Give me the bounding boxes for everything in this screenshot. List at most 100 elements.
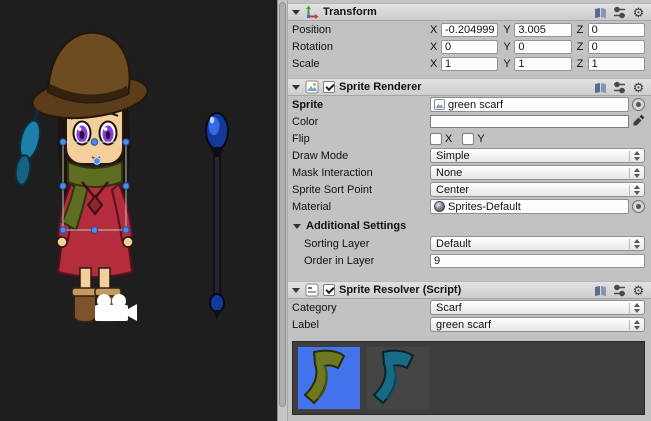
sprite-sort-point-dropdown[interactable]: Center: [430, 182, 645, 197]
material-object-field[interactable]: Sprites-Default: [430, 199, 629, 214]
category-dropdown[interactable]: Scarf: [430, 300, 645, 315]
unity-editor-window: Transform ⚙ Position X Y Z: [0, 0, 651, 421]
component-enabled-checkbox[interactable]: [323, 284, 335, 296]
axis-x-label: X: [430, 58, 441, 70]
scale-y-field[interactable]: [514, 57, 571, 71]
transform-icon: [304, 5, 319, 19]
axis-y-label: Y: [503, 41, 514, 53]
hat: [30, 33, 150, 124]
rotation-x-field[interactable]: [441, 40, 498, 54]
scale-x-field[interactable]: [441, 57, 498, 71]
sprite-sort-point-label: Sprite Sort Point: [292, 184, 430, 196]
scale-z-field[interactable]: [588, 57, 645, 71]
blue-scarf-thumb-icon: [367, 347, 429, 409]
presets-icon[interactable]: [612, 5, 627, 19]
eyedropper-icon[interactable]: [633, 114, 645, 129]
object-picker-icon[interactable]: [632, 98, 645, 111]
presets-icon[interactable]: [612, 283, 627, 297]
transform-header[interactable]: Transform ⚙: [288, 3, 651, 21]
draw-mode-label: Draw Mode: [292, 150, 430, 162]
axis-x-label: X: [430, 24, 441, 36]
gear-icon[interactable]: ⚙: [631, 80, 646, 94]
mask-interaction-label: Mask Interaction: [292, 167, 430, 179]
mask-interaction-dropdown[interactable]: None: [430, 165, 645, 180]
label-row: Label green scarf: [288, 316, 651, 333]
dropdown-arrows-icon: [629, 303, 643, 313]
scarf: [68, 162, 122, 187]
rotation-y-field[interactable]: [514, 40, 571, 54]
gear-icon[interactable]: ⚙: [631, 5, 646, 19]
help-book-icon[interactable]: [593, 5, 608, 19]
draw-mode-row: Draw Mode Simple: [288, 147, 651, 164]
flip-y-checkbox[interactable]: [462, 133, 474, 145]
color-label: Color: [292, 116, 430, 128]
category-row: Category Scarf: [288, 299, 651, 316]
sprite-resolver-icon: [304, 283, 319, 297]
inspector-scrollbar[interactable]: [277, 0, 288, 421]
rotation-z-field[interactable]: [588, 40, 645, 54]
order-in-layer-row: Order in Layer: [288, 252, 651, 269]
order-in-layer-field[interactable]: [430, 254, 645, 268]
sorting-layer-row: Sorting Layer Default: [288, 235, 651, 252]
scrollbar-thumb[interactable]: [279, 2, 286, 407]
sprite-sort-point-row: Sprite Sort Point Center: [288, 181, 651, 198]
flip-x-checkbox[interactable]: [430, 133, 442, 145]
position-z-field[interactable]: [588, 23, 645, 37]
scale-label: Scale: [292, 58, 430, 70]
material-label: Material: [292, 201, 430, 213]
sprite-renderer-header[interactable]: Sprite Renderer ⚙: [288, 78, 651, 96]
sprite-resolver-header[interactable]: Sprite Resolver (Script) ⚙: [288, 281, 651, 299]
object-picker-icon[interactable]: [632, 200, 645, 213]
material-row: Material Sprites-Default: [288, 198, 651, 215]
sprite-label: Sprite: [292, 99, 430, 111]
color-swatch[interactable]: [430, 115, 629, 128]
position-y-field[interactable]: [514, 23, 571, 37]
order-in-layer-label: Order in Layer: [292, 255, 430, 267]
material-object-name: Sprites-Default: [448, 201, 625, 213]
flip-x-label: X: [445, 133, 452, 145]
position-label: Position: [292, 24, 430, 36]
foldout-arrow-icon[interactable]: [292, 85, 300, 90]
foldout-arrow-icon[interactable]: [293, 224, 301, 229]
sprite-thumbnail-blue-scarf[interactable]: [367, 347, 429, 409]
dropdown-arrows-icon: [629, 151, 643, 161]
dropdown-arrows-icon: [629, 239, 643, 249]
rotation-label: Rotation: [292, 41, 430, 53]
axis-z-label: Z: [577, 41, 588, 53]
label-dropdown[interactable]: green scarf: [430, 317, 645, 332]
label-label: Label: [292, 319, 430, 331]
mask-interaction-row: Mask Interaction None: [288, 164, 651, 181]
foldout-arrow-icon[interactable]: [292, 10, 300, 15]
color-row: Color: [288, 113, 651, 130]
help-book-icon[interactable]: [593, 80, 608, 94]
axis-z-label: Z: [577, 58, 588, 70]
component-title: Sprite Resolver (Script): [339, 284, 461, 296]
transform-position-row: Position X Y Z: [288, 21, 651, 38]
position-x-field[interactable]: [441, 23, 498, 37]
sprite-row: Sprite green scarf: [288, 96, 651, 113]
component-title: Sprite Renderer: [339, 81, 422, 93]
feather: [14, 110, 44, 186]
axis-y-label: Y: [503, 58, 514, 70]
staff-sprite[interactable]: [206, 113, 228, 320]
scene-view[interactable]: [0, 0, 277, 421]
flip-label: Flip: [292, 133, 430, 145]
sprite-thumbnail-green-scarf[interactable]: [298, 347, 360, 409]
component-title: Transform: [323, 6, 377, 18]
sprite-renderer-icon: [304, 80, 319, 94]
sprite-object-field[interactable]: green scarf: [430, 97, 629, 112]
additional-settings-foldout[interactable]: Additional Settings: [288, 217, 651, 235]
sprite-asset-icon: [434, 99, 445, 110]
presets-icon[interactable]: [612, 80, 627, 94]
pivot-handle[interactable]: [94, 158, 101, 165]
gear-icon[interactable]: ⚙: [631, 283, 646, 297]
foldout-arrow-icon[interactable]: [292, 288, 300, 293]
component-enabled-checkbox[interactable]: [323, 81, 335, 93]
character-sprite[interactable]: [14, 33, 150, 322]
sorting-layer-label: Sorting Layer: [292, 238, 430, 250]
green-scarf-thumb-icon: [298, 347, 360, 409]
dropdown-arrows-icon: [629, 185, 643, 195]
sorting-layer-dropdown[interactable]: Default: [430, 236, 645, 251]
help-book-icon[interactable]: [593, 283, 608, 297]
draw-mode-dropdown[interactable]: Simple: [430, 148, 645, 163]
